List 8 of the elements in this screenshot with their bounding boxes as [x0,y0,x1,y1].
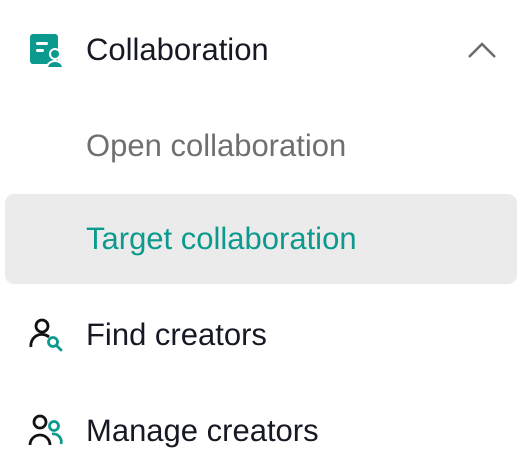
menu-label: Collaboration [86,32,270,68]
collaboration-menu-header[interactable]: Collaboration [5,2,517,98]
menu-item-label[interactable]: Find creators [86,317,517,353]
document-person-icon [28,32,64,68]
menu-item-label[interactable]: Manage creators [86,413,517,449]
person-search-icon [28,317,64,353]
chevron-icon [467,41,497,59]
submenu-item[interactable]: Open collaboration [5,101,517,191]
